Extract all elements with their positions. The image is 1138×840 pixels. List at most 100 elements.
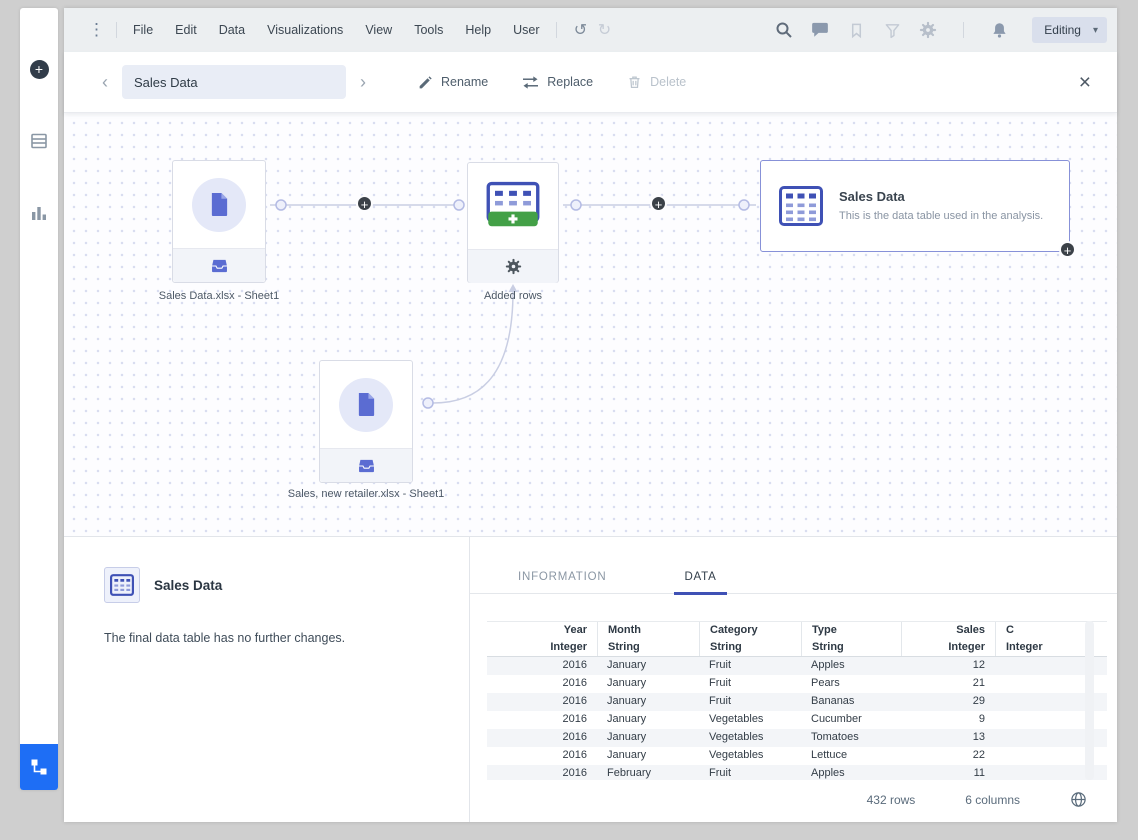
table-cell: 2016: [487, 657, 597, 675]
file-icon: [356, 392, 377, 417]
table-cell: Fruit: [699, 765, 801, 780]
table-row: 2016JanuaryVegetablesCucumber9: [487, 711, 1107, 729]
settings-gear-icon[interactable]: [915, 17, 941, 43]
file-circle: [192, 178, 246, 232]
table-cell: January: [597, 747, 699, 765]
table-cell: Fruit: [699, 675, 801, 693]
table-cell: Fruit: [699, 657, 801, 675]
details-description: The final data table has no further chan…: [104, 631, 445, 645]
add-transformation-button[interactable]: +: [650, 195, 667, 212]
close-icon[interactable]: ×: [1079, 72, 1091, 93]
data-canvas: + + Sales Data.xlsx - She: [64, 113, 1117, 536]
delete-button[interactable]: Delete: [627, 74, 686, 90]
final-node-text: Sales Data This is the data table used i…: [839, 189, 1051, 224]
divider: [116, 22, 117, 38]
column-type: String: [597, 639, 699, 656]
menu-item-visualizations[interactable]: Visualizations: [267, 23, 343, 37]
main-toolbar: ⋮ File Edit Data Visualizations View Tools Hel…: [64, 8, 1117, 52]
previous-table-button[interactable]: ‹: [96, 72, 114, 93]
menubar: File Edit Data Visualizations View Tools Help U…: [133, 23, 540, 37]
table-name-input[interactable]: [122, 65, 346, 99]
replace-button[interactable]: Replace: [522, 75, 593, 90]
tab-information[interactable]: INFORMATION: [508, 571, 616, 595]
bar-chart-icon: [30, 204, 48, 222]
menu-item-data[interactable]: Data: [219, 23, 245, 37]
table-row: 2016JanuaryVegetablesLettuce22: [487, 747, 1107, 765]
preview-footer: 432 rows 6 columns: [867, 791, 1087, 808]
globe-icon[interactable]: [1070, 791, 1087, 808]
table-cell: January: [597, 657, 699, 675]
add-step-button[interactable]: +: [1059, 241, 1076, 258]
table-cell: January: [597, 729, 699, 747]
divider: [963, 22, 964, 38]
data-table-icon: [779, 184, 823, 228]
column-header: Sales: [901, 622, 995, 639]
column-header: Year: [487, 622, 597, 639]
table-row: 2016FebruaryFruitApples11: [487, 765, 1107, 780]
import-tray-icon: [211, 259, 228, 273]
tab-data[interactable]: DATA: [674, 571, 726, 595]
details-panel: Sales Data The final data table has no f…: [64, 536, 1117, 822]
table-row: 2016JanuaryFruitPears21: [487, 675, 1107, 693]
filter-icon[interactable]: [879, 17, 905, 43]
transformation-node-added-rows[interactable]: [467, 162, 559, 283]
bookmark-icon[interactable]: [843, 17, 869, 43]
trash-icon: [627, 74, 642, 90]
data-list-icon[interactable]: [29, 131, 49, 151]
kebab-menu-icon[interactable]: ⋮: [88, 20, 104, 40]
source-node-sales-data[interactable]: [172, 160, 266, 283]
source-node-footer: [320, 448, 412, 482]
undo-icon[interactable]: ↺: [569, 20, 593, 40]
menu-item-user[interactable]: User: [513, 23, 539, 37]
preview-tabs: INFORMATION DATA: [470, 537, 1117, 594]
source-node-label: Sales Data.xlsx - Sheet1: [99, 290, 339, 302]
notifications-bell-icon[interactable]: [986, 17, 1012, 43]
menu-item-edit[interactable]: Edit: [175, 23, 197, 37]
app-sidebar: +: [20, 8, 58, 790]
column-header: Type: [801, 622, 901, 639]
table-icon-box: [104, 567, 140, 603]
redo-icon[interactable]: ↻: [593, 20, 617, 40]
source-node-body: [320, 361, 412, 448]
source-node-label: Sales, new retailer.xlsx - Sheet1: [246, 488, 486, 500]
column-count: 6 columns: [965, 793, 1020, 807]
data-canvas-header: ‹ › Rename Replace: [64, 52, 1117, 113]
search-icon[interactable]: [771, 17, 797, 43]
preview-pane: INFORMATION DATA YearMonthCategoryTypeSa…: [470, 537, 1117, 822]
final-table-node[interactable]: Sales Data This is the data table used i…: [760, 160, 1070, 252]
table-cell: Fruit: [699, 693, 801, 711]
table-cell: 21: [901, 675, 995, 693]
data-canvas-tab[interactable]: [20, 744, 58, 790]
editing-mode-dropdown[interactable]: Editing ▾: [1032, 17, 1107, 43]
preview-rows: 2016JanuaryFruitApples122016JanuaryFruit…: [487, 657, 1107, 780]
table-cell: 2016: [487, 711, 597, 729]
gear-icon[interactable]: [505, 258, 522, 275]
visualizations-panel-button[interactable]: [29, 203, 49, 223]
table-row: 2016JanuaryFruitBananas29: [487, 693, 1107, 711]
table-row: 2016JanuaryFruitApples12: [487, 657, 1107, 675]
file-icon: [209, 192, 230, 217]
data-canvas-icon: [29, 757, 49, 777]
table-cell: 29: [901, 693, 995, 711]
table-cell: 2016: [487, 693, 597, 711]
table-scrollbar[interactable]: [1085, 621, 1094, 780]
table-cell: [995, 765, 1085, 780]
table-cell: Vegetables: [699, 729, 801, 747]
next-table-button[interactable]: ›: [354, 72, 372, 93]
menu-item-tools[interactable]: Tools: [414, 23, 443, 37]
transformation-node-footer: [468, 249, 558, 283]
table-cell: [995, 675, 1085, 693]
rename-button[interactable]: Rename: [418, 75, 488, 90]
menu-item-file[interactable]: File: [133, 23, 153, 37]
table-cell: January: [597, 675, 699, 693]
menu-item-view[interactable]: View: [365, 23, 392, 37]
table-row: 2016JanuaryVegetablesTomatoes13: [487, 729, 1107, 747]
add-visualization-button[interactable]: +: [30, 60, 49, 79]
final-node-description: This is the data table used in the analy…: [839, 209, 1051, 224]
table-cell: Apples: [801, 765, 901, 780]
comment-icon[interactable]: [807, 17, 833, 43]
menu-item-help[interactable]: Help: [465, 23, 491, 37]
add-transformation-button[interactable]: +: [356, 195, 373, 212]
table-cell: [995, 693, 1085, 711]
source-node-new-retailer[interactable]: [319, 360, 413, 483]
